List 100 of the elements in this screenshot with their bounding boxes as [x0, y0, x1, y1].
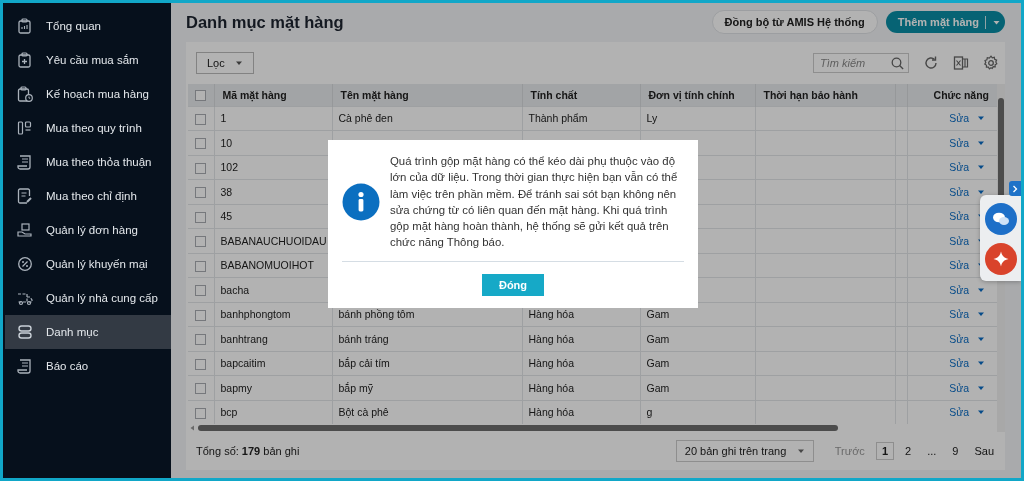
filter-dropdown[interactable]: Lọc	[196, 51, 254, 74]
sidebar-item[interactable]: Quản lý khuyến mại	[3, 247, 171, 281]
sidebar-item[interactable]: Mua theo quy trình	[3, 111, 171, 145]
table-cell: Gam	[646, 332, 670, 345]
checkbox[interactable]	[195, 236, 207, 248]
page-link[interactable]: 9	[947, 443, 964, 459]
column-header: Tính chất	[522, 83, 640, 106]
table-cell: 1	[220, 112, 227, 125]
sidebar-item[interactable]: Danh mục	[5, 315, 171, 349]
stack-icon	[17, 324, 33, 340]
table-cell: BABANOMUOIHOT	[220, 259, 314, 272]
table-cell: Hàng hóa	[528, 308, 575, 321]
edit-link[interactable]: Sửa	[949, 406, 991, 419]
refresh-icon[interactable]	[923, 54, 939, 71]
search-icon	[891, 56, 904, 70]
checkbox[interactable]	[195, 383, 207, 395]
sidebar-item[interactable]: Mua theo chỉ định	[3, 179, 171, 213]
edit-link[interactable]: Sửa	[949, 332, 991, 345]
edit-link[interactable]: Sửa	[949, 136, 991, 149]
sidebar-item[interactable]: Tổng quan	[3, 9, 171, 43]
settings-icon[interactable]	[983, 54, 999, 71]
column-header: Mã mặt hàng	[214, 83, 332, 106]
sidebar-item[interactable]: Yêu cầu mua sắm	[3, 43, 171, 77]
sidebar-item[interactable]: Quản lý nhà cung cấp	[3, 281, 171, 315]
chevron-right-icon	[1012, 184, 1018, 193]
table-cell: bắp mỹ	[338, 381, 373, 394]
table-cell: Bột cà phê	[338, 406, 389, 419]
table-cell: BABANAUCHUOIDAU	[220, 234, 327, 247]
table-cell: Cà phê đen	[338, 112, 393, 125]
table-cell: Hàng hóa	[528, 357, 575, 370]
column-header: Thời hạn bảo hành	[755, 83, 895, 106]
table-cell: 102	[220, 161, 239, 174]
edit-link[interactable]: Sửa	[949, 161, 991, 174]
expand-tab[interactable]	[1009, 181, 1021, 196]
sidebar-item[interactable]: Báo cáo	[3, 349, 171, 383]
page-size-dropdown[interactable]: 20 bản ghi trên trang	[675, 440, 814, 462]
page-link[interactable]: ...	[922, 443, 942, 459]
checkbox[interactable]	[195, 187, 207, 199]
edit-link[interactable]: Sửa	[949, 112, 991, 125]
page-link[interactable]: 2	[900, 443, 917, 459]
checkbox[interactable]	[195, 407, 207, 419]
edit-link[interactable]: Sửa	[949, 357, 991, 370]
checkbox[interactable]	[195, 211, 207, 223]
table-cell: Hàng hóa	[528, 381, 575, 394]
table-cell: Hàng hóa	[528, 406, 575, 419]
table-cell: banhphongtom	[220, 308, 291, 321]
checkbox[interactable]	[195, 334, 207, 346]
table-cell: bcp	[220, 406, 238, 419]
table-cell: Thành phẩm	[528, 112, 588, 125]
table-cell: Gam	[646, 308, 670, 321]
checkbox[interactable]	[195, 309, 207, 321]
scroll-icon	[17, 358, 33, 374]
sidebar-item[interactable]: Mua theo thỏa thuận	[3, 145, 171, 179]
table-cell: Hàng hóa	[528, 332, 575, 345]
table-cell: Gam	[646, 381, 670, 394]
total-records: Tổng số: 179 bản ghi	[196, 445, 300, 457]
document-pen-icon	[17, 188, 33, 204]
sync-button[interactable]: Đồng bộ từ AMIS Hệ thống	[711, 10, 878, 35]
checkbox[interactable]	[195, 113, 207, 125]
column-header: Đơn vị tính chính	[640, 83, 755, 106]
scroll-left-icon	[190, 425, 195, 431]
table-cell: bapcaitim	[220, 357, 266, 370]
caret-icon	[796, 447, 805, 455]
table-cell: bapmy	[220, 381, 252, 394]
edit-link[interactable]: Sửa	[949, 381, 991, 394]
chat-icon[interactable]	[985, 203, 1017, 235]
column-header: Tên mặt hàng	[332, 83, 522, 106]
checkbox[interactable]	[195, 260, 207, 272]
excel-icon[interactable]	[953, 54, 969, 71]
search-field[interactable]: Tìm kiếm	[813, 52, 909, 73]
discount-icon	[17, 256, 33, 272]
edit-link[interactable]: Sửa	[949, 185, 991, 198]
sidebar-item[interactable]: Kế hoạch mua hàng	[3, 77, 171, 111]
table-cell: bánh tráng	[338, 332, 389, 345]
info-icon	[342, 182, 380, 221]
next-link[interactable]: Sau	[969, 443, 999, 459]
checkbox[interactable]	[195, 89, 207, 101]
table-cell: 10	[220, 136, 233, 149]
table-cell: bắp cải tím	[338, 357, 390, 370]
table-cell: 45	[220, 210, 233, 223]
edit-link[interactable]: Sửa	[949, 308, 991, 321]
table-cell: bacha	[220, 283, 250, 296]
checkbox[interactable]	[195, 162, 207, 174]
table-cell: 38	[220, 185, 233, 198]
edit-link[interactable]: Sửa	[949, 283, 991, 296]
table-cell: g	[646, 406, 653, 419]
column-header: Chức năng	[907, 83, 997, 106]
dialog-message: Quá trình gộp mặt hàng có thể kéo dài phụ thuộc vào độ lớn của dữ liệu. Trong thời gian thực hiện bạn vẫn có thể làm việc trên phần mềm. Để tránh sai sót bạn không nên sửa chứng từ có liên quan đến mặt hàng. Khi quá trình gộp mặt hàng hoàn thành, hệ thống sẽ gửi kết quả trên chức năng Thông báo.	[390, 154, 679, 251]
table-cell: Ly	[646, 112, 658, 125]
sparkle-icon[interactable]	[985, 243, 1017, 275]
clipboard-icon	[17, 18, 33, 34]
table-cell: Gam	[646, 357, 670, 370]
checkbox[interactable]	[195, 138, 207, 150]
page-title: Danh mục mặt hàng	[186, 12, 345, 32]
page-link[interactable]: 1	[875, 442, 894, 460]
sidebar-item[interactable]: Quản lý đơn hàng	[3, 213, 171, 247]
checkbox[interactable]	[195, 285, 207, 297]
table-cell: banhtrang	[220, 332, 268, 345]
checkbox[interactable]	[195, 358, 207, 370]
scroll-icon	[17, 154, 33, 170]
